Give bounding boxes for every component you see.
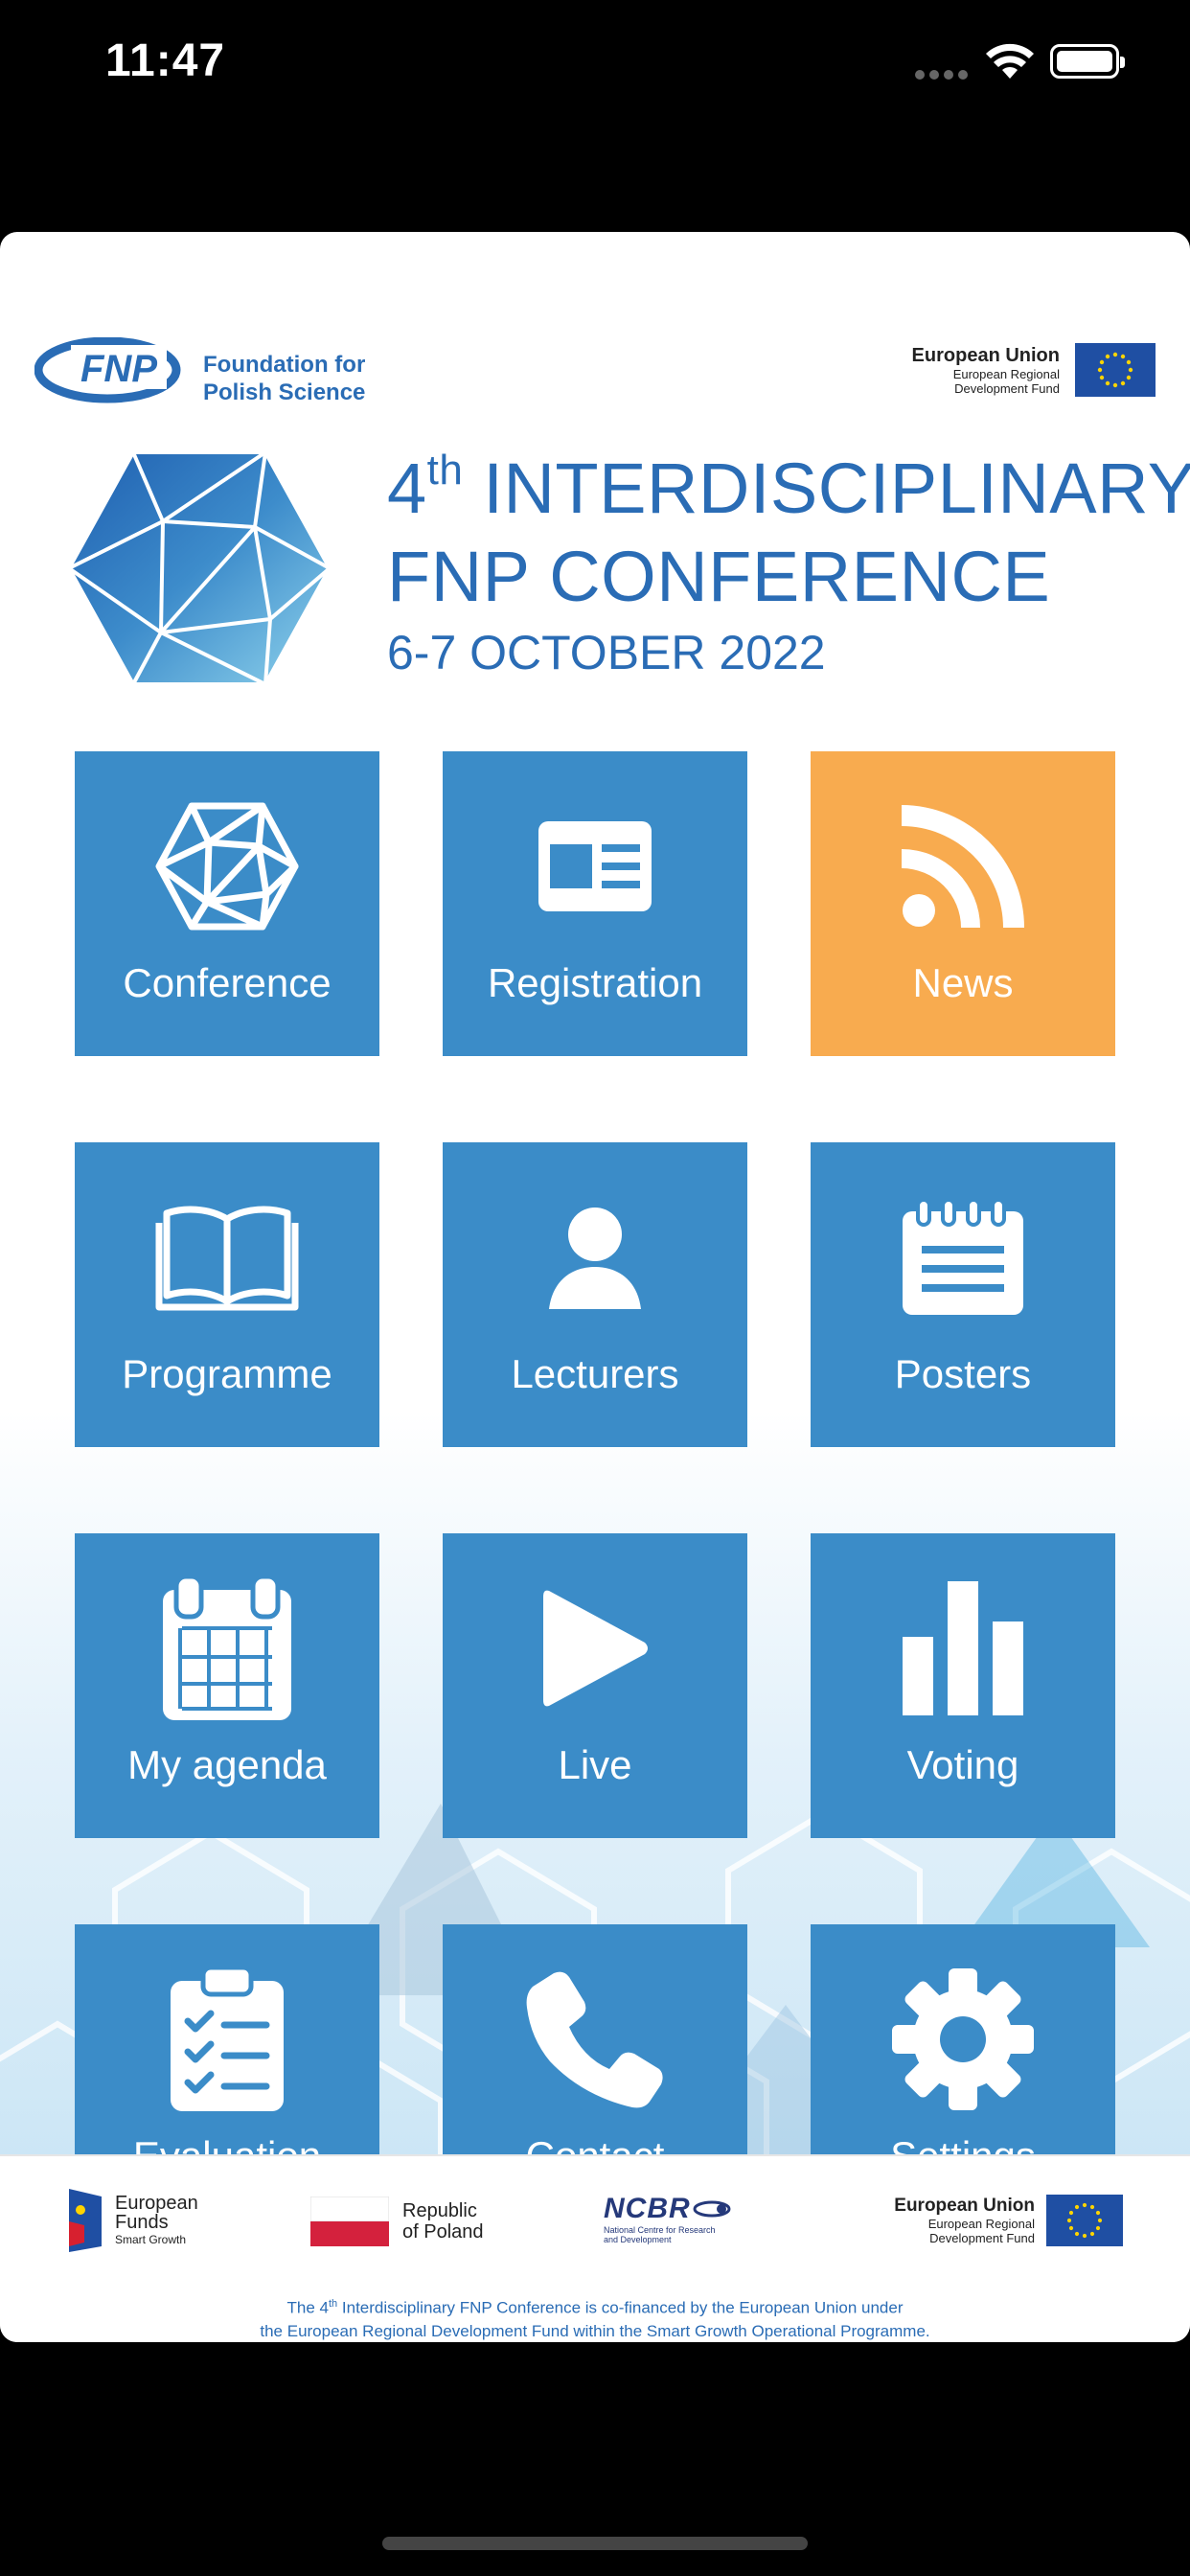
wifi-icon: [986, 43, 1034, 79]
status-time: 11:47: [105, 35, 226, 86]
polyhedron-icon: [155, 802, 299, 931]
eu-top-sub2: Development Fund: [954, 380, 1060, 396]
tile-my-agenda[interactable]: My agenda: [75, 1533, 379, 1838]
rp-line2: of Poland: [402, 2221, 484, 2242]
ncbr-logo: NCBR National Centre for Research and De…: [604, 2193, 731, 2244]
eu-flag-icon: [1075, 343, 1156, 397]
battery-icon: [1050, 44, 1125, 79]
european-funds-flag-icon: [69, 2189, 102, 2252]
eu-footer-sub1: European Regional: [927, 2217, 1035, 2231]
ncbr-sub1: National Centre for Research: [604, 2225, 716, 2235]
tile-label: Programme: [122, 1351, 332, 1396]
status-bar: 11:47: [0, 0, 1190, 134]
id-card-icon: [538, 821, 652, 911]
ef-line2: Funds: [115, 2212, 169, 2233]
tile-label: My agenda: [127, 1742, 327, 1787]
eu-flag-icon: [1046, 2195, 1123, 2246]
conference-title: 4th INTERDISCIPLINARY FNP CONFERENCE: [387, 445, 1190, 621]
tile-label: Voting: [906, 1742, 1019, 1787]
conference-title-line1: 4th INTERDISCIPLINARY: [387, 445, 1190, 533]
footer-sponsors: European Funds Smart Growth Republic of …: [0, 2154, 1190, 2342]
fnp-name-line2: Polish Science: [203, 380, 366, 405]
title-line1-rest: INTERDISCIPLINARY: [463, 448, 1190, 528]
tile-label: Registration: [487, 960, 703, 1005]
eu-top-sub1: European Regional: [952, 366, 1060, 381]
notepad-icon: [903, 1200, 1023, 1315]
signal-dots-icon: [915, 67, 973, 84]
conference-polyhedron-logo-icon: [67, 450, 332, 686]
eu-logo-footer: European Union European Regional Develop…: [894, 2195, 1123, 2246]
fnp-logo-mark: FNP: [80, 348, 157, 390]
gear-icon: [892, 1968, 1034, 2110]
ordinal-number: 4: [387, 448, 427, 528]
ncbr-mark: NCBR: [604, 2193, 691, 2224]
rp-line1: Republic: [402, 2200, 477, 2221]
eu-footer-sub2: Development Fund: [929, 2231, 1035, 2245]
tile-programme[interactable]: Programme: [75, 1142, 379, 1447]
clipboard-check-icon: [171, 1967, 284, 2111]
republic-of-poland-logo: Republic of Poland: [310, 2196, 484, 2246]
person-icon: [549, 1208, 641, 1309]
tile-settings[interactable]: Settings: [811, 1924, 1115, 2154]
scroll-area[interactable]: FNP Foundation for Polish Science Europe…: [0, 232, 1190, 2154]
eu-logo-top: European Union European Regional Develop…: [912, 343, 1156, 397]
open-book-icon: [155, 1206, 299, 1311]
tile-conference[interactable]: Conference: [75, 751, 379, 1056]
conference-title-line2: FNP CONFERENCE: [387, 537, 1051, 616]
fnp-logo-icon: FNP: [34, 337, 181, 403]
bar-chart-icon: [903, 1581, 1023, 1715]
phone-icon: [526, 1971, 663, 2108]
tile-label: News: [912, 960, 1014, 1005]
fnp-name: Foundation for Polish Science: [203, 351, 365, 406]
european-funds-logo: European Funds Smart Growth: [65, 2187, 198, 2254]
tile-label: Lecturers: [511, 1351, 679, 1396]
rss-icon: [902, 805, 1024, 928]
tile-registration[interactable]: Registration: [443, 751, 747, 1056]
tile-news[interactable]: News: [811, 751, 1115, 1056]
eu-footer-title: European Union: [894, 2196, 1035, 2216]
tile-label: Conference: [123, 960, 332, 1005]
caption-line1: The 4th Interdisciplinary FNP Conference…: [0, 2292, 1190, 2320]
tile-live[interactable]: Live: [443, 1533, 747, 1838]
ncbr-swoosh-icon: [693, 2200, 731, 2218]
tile-label: Settings: [811, 2133, 1115, 2154]
tile-label: Evaluation: [75, 2133, 379, 2154]
main-screen: FNP Foundation for Polish Science Europe…: [0, 232, 1190, 2342]
ef-line3: Smart Growth: [115, 2233, 187, 2246]
eu-top-title: European Union: [911, 344, 1060, 366]
ncbr-sub2: and Development: [604, 2235, 672, 2244]
play-icon: [543, 1590, 648, 1707]
tile-label: Live: [558, 1742, 632, 1787]
ef-line1: European: [115, 2193, 198, 2214]
tile-contact[interactable]: Contact: [443, 1924, 747, 2154]
caption-line2: the European Regional Development Fund w…: [260, 2321, 930, 2340]
fnp-name-line1: Foundation for: [203, 352, 366, 378]
poland-flag-icon: [310, 2196, 389, 2246]
caption-pre: The 4: [286, 2298, 329, 2317]
tile-voting[interactable]: Voting: [811, 1533, 1115, 1838]
caption-line1-rest: Interdisciplinary FNP Conference is co-f…: [337, 2298, 904, 2317]
ordinal-suffix: th: [426, 447, 464, 494]
cofinancing-caption: The 4th Interdisciplinary FNP Conference…: [0, 2292, 1190, 2342]
calendar-icon: [163, 1576, 291, 1720]
conference-date: 6-7 OCTOBER 2022: [387, 626, 826, 679]
tile-posters[interactable]: Posters: [811, 1142, 1115, 1447]
caption-sup: th: [329, 2298, 338, 2310]
home-indicator[interactable]: [382, 2537, 808, 2550]
tile-label: Posters: [894, 1351, 1032, 1396]
tile-evaluation[interactable]: Evaluation: [75, 1924, 379, 2154]
tile-label: Contact: [443, 2133, 747, 2154]
tile-lecturers[interactable]: Lecturers: [443, 1142, 747, 1447]
